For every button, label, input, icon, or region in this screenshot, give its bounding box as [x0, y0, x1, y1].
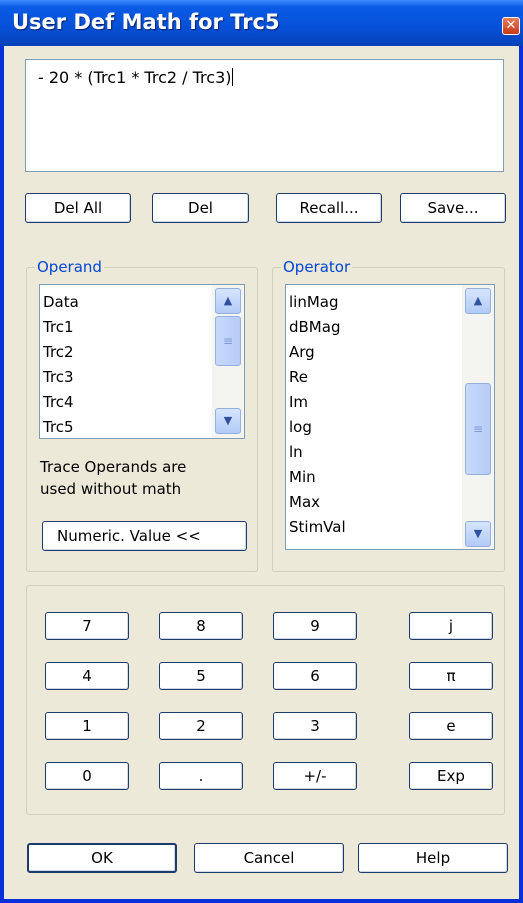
scroll-up-icon[interactable]: ▲: [215, 288, 241, 314]
scroll-down-icon[interactable]: ▼: [215, 408, 241, 434]
operand-item-trc1[interactable]: Trc1: [43, 318, 74, 336]
key-4[interactable]: 4: [45, 662, 129, 690]
operand-note-line1: Trace Operands are: [40, 458, 187, 476]
key-8[interactable]: 8: [159, 612, 243, 640]
expression-text: - 20 * (Trc1 * Trc2 / Trc3): [38, 68, 232, 87]
cancel-button[interactable]: Cancel: [194, 843, 344, 873]
dialog-window: User Def Math for Trc5 ✕ - 20 * (Trc1 * …: [0, 0, 523, 903]
key-pi[interactable]: π: [409, 662, 493, 690]
close-icon[interactable]: ✕: [502, 17, 520, 35]
operator-item-arg[interactable]: Arg: [289, 343, 315, 361]
scroll-down-icon[interactable]: ▼: [465, 521, 491, 547]
ok-button[interactable]: OK: [27, 843, 177, 873]
key-2[interactable]: 2: [159, 712, 243, 740]
del-button[interactable]: Del: [152, 193, 249, 223]
operator-list[interactable]: linMag dBMag Arg Re Im log ln Min Max St…: [285, 284, 495, 550]
recall-button[interactable]: Recall...: [276, 193, 382, 223]
help-button[interactable]: Help: [358, 843, 508, 873]
operator-item-max[interactable]: Max: [289, 493, 320, 511]
operand-item-trc4[interactable]: Trc4: [43, 393, 74, 411]
key-6[interactable]: 6: [273, 662, 357, 690]
operand-note-line2: used without math: [40, 480, 182, 498]
key-exp[interactable]: Exp: [409, 762, 493, 790]
key-decimal[interactable]: .: [159, 762, 243, 790]
key-3[interactable]: 3: [273, 712, 357, 740]
operand-item-trc2[interactable]: Trc2: [43, 343, 74, 361]
save-button[interactable]: Save...: [400, 193, 506, 223]
operator-item-log[interactable]: log: [289, 418, 312, 436]
operator-scrollbar[interactable]: ▲ ≡ ▼: [462, 285, 494, 549]
keypad-group: 7 8 9 j 4 5 6 π 1 2 3 e 0 . +/- Exp: [26, 585, 505, 815]
operator-item-dbmag[interactable]: dBMag: [289, 318, 340, 336]
expression-field[interactable]: - 20 * (Trc1 * Trc2 / Trc3): [25, 59, 504, 172]
key-plus-minus[interactable]: +/-: [273, 762, 357, 790]
operand-item-trc3[interactable]: Trc3: [43, 368, 74, 386]
key-9[interactable]: 9: [273, 612, 357, 640]
dialog-client: - 20 * (Trc1 * Trc2 / Trc3) Del All Del …: [4, 46, 519, 899]
operand-group-title: Operand: [35, 258, 104, 276]
key-j[interactable]: j: [409, 612, 493, 640]
scroll-thumb[interactable]: ≡: [465, 383, 491, 475]
text-caret: [232, 68, 234, 86]
key-0[interactable]: 0: [45, 762, 129, 790]
operator-item-min[interactable]: Min: [289, 468, 316, 486]
key-e[interactable]: e: [409, 712, 493, 740]
key-5[interactable]: 5: [159, 662, 243, 690]
operator-group: Operator linMag dBMag Arg Re Im log ln M…: [272, 258, 505, 572]
operator-item-linmag[interactable]: linMag: [289, 293, 339, 311]
key-1[interactable]: 1: [45, 712, 129, 740]
window-title: User Def Math for Trc5: [12, 10, 280, 34]
operator-group-title: Operator: [281, 258, 353, 276]
operator-item-re[interactable]: Re: [289, 368, 308, 386]
scroll-up-icon[interactable]: ▲: [465, 288, 491, 314]
key-7[interactable]: 7: [45, 612, 129, 640]
del-all-button[interactable]: Del All: [25, 193, 131, 223]
operator-item-im[interactable]: Im: [289, 393, 308, 411]
operator-item-ln[interactable]: ln: [289, 443, 303, 461]
scroll-thumb[interactable]: ≡: [215, 316, 241, 366]
operand-scrollbar[interactable]: ▲ ≡ ▼: [212, 285, 244, 438]
operator-item-stimval[interactable]: StimVal: [289, 518, 346, 536]
operand-item-data[interactable]: Data: [43, 293, 79, 311]
numeric-value-button[interactable]: Numeric. Value <<: [42, 521, 247, 551]
operand-item-trc5[interactable]: Trc5: [43, 418, 74, 436]
operand-note: Trace Operands are used without math: [40, 456, 186, 500]
title-bar[interactable]: User Def Math for Trc5 ✕: [0, 0, 523, 46]
operand-group: Operand Data Trc1 Trc2 Trc3 Trc4 Trc5 ▲ …: [26, 258, 258, 572]
operand-list[interactable]: Data Trc1 Trc2 Trc3 Trc4 Trc5 ▲ ≡ ▼: [39, 284, 245, 439]
